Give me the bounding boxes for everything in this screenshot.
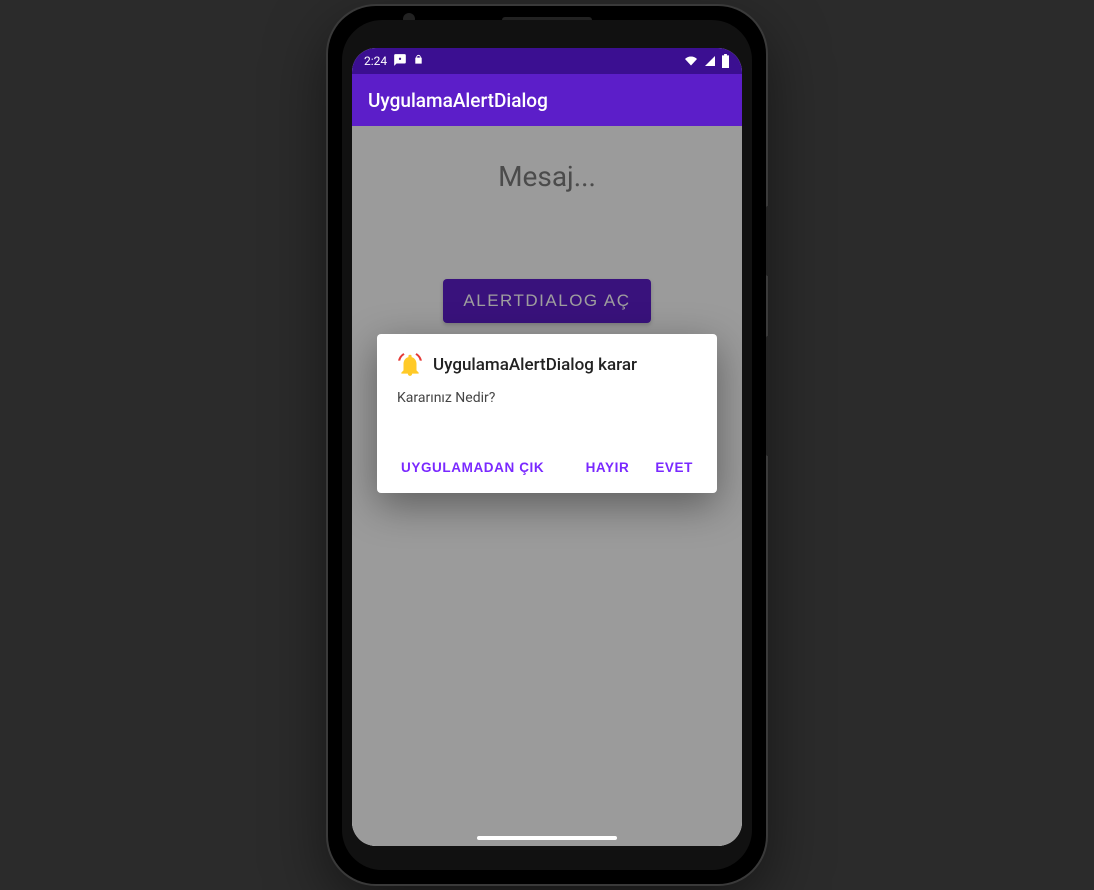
gesture-nav-bar[interactable] <box>352 836 742 840</box>
screen: 2:24 <box>352 48 742 846</box>
phone-inner: 2:24 <box>342 20 752 870</box>
chat-bubble-icon <box>393 53 407 70</box>
volume-button[interactable] <box>766 336 770 456</box>
dialog-message: Kararınız Nedir? <box>397 390 697 406</box>
bell-icon <box>397 352 423 378</box>
app-bar: UygulamaAlertDialog <box>352 74 742 126</box>
nav-pill[interactable] <box>477 836 617 840</box>
alert-dialog: UygulamaAlertDialog karar Kararınız Nedi… <box>377 334 717 493</box>
status-time: 2:24 <box>364 54 387 68</box>
wifi-icon <box>683 55 699 67</box>
dialog-scrim[interactable]: UygulamaAlertDialog karar Kararınız Nedi… <box>352 126 742 846</box>
dialog-neutral-button[interactable]: UYGULAMADAN ÇIK <box>397 452 548 483</box>
status-right <box>683 54 730 68</box>
signal-icon <box>703 55 717 67</box>
lock-icon <box>413 53 424 69</box>
status-bar: 2:24 <box>352 48 742 74</box>
status-left: 2:24 <box>364 53 424 70</box>
battery-icon <box>721 54 730 68</box>
emulator-stage: 2:24 <box>0 0 1094 890</box>
dialog-header: UygulamaAlertDialog karar <box>397 352 697 378</box>
app-bar-title: UygulamaAlertDialog <box>368 89 548 112</box>
dialog-title: UygulamaAlertDialog karar <box>433 355 637 375</box>
power-button[interactable] <box>766 206 770 276</box>
dialog-negative-button[interactable]: HAYIR <box>582 452 634 483</box>
dialog-actions: UYGULAMADAN ÇIK HAYIR EVET <box>397 452 697 483</box>
phone-frame: 2:24 <box>328 6 766 884</box>
dialog-positive-button[interactable]: EVET <box>651 452 697 483</box>
